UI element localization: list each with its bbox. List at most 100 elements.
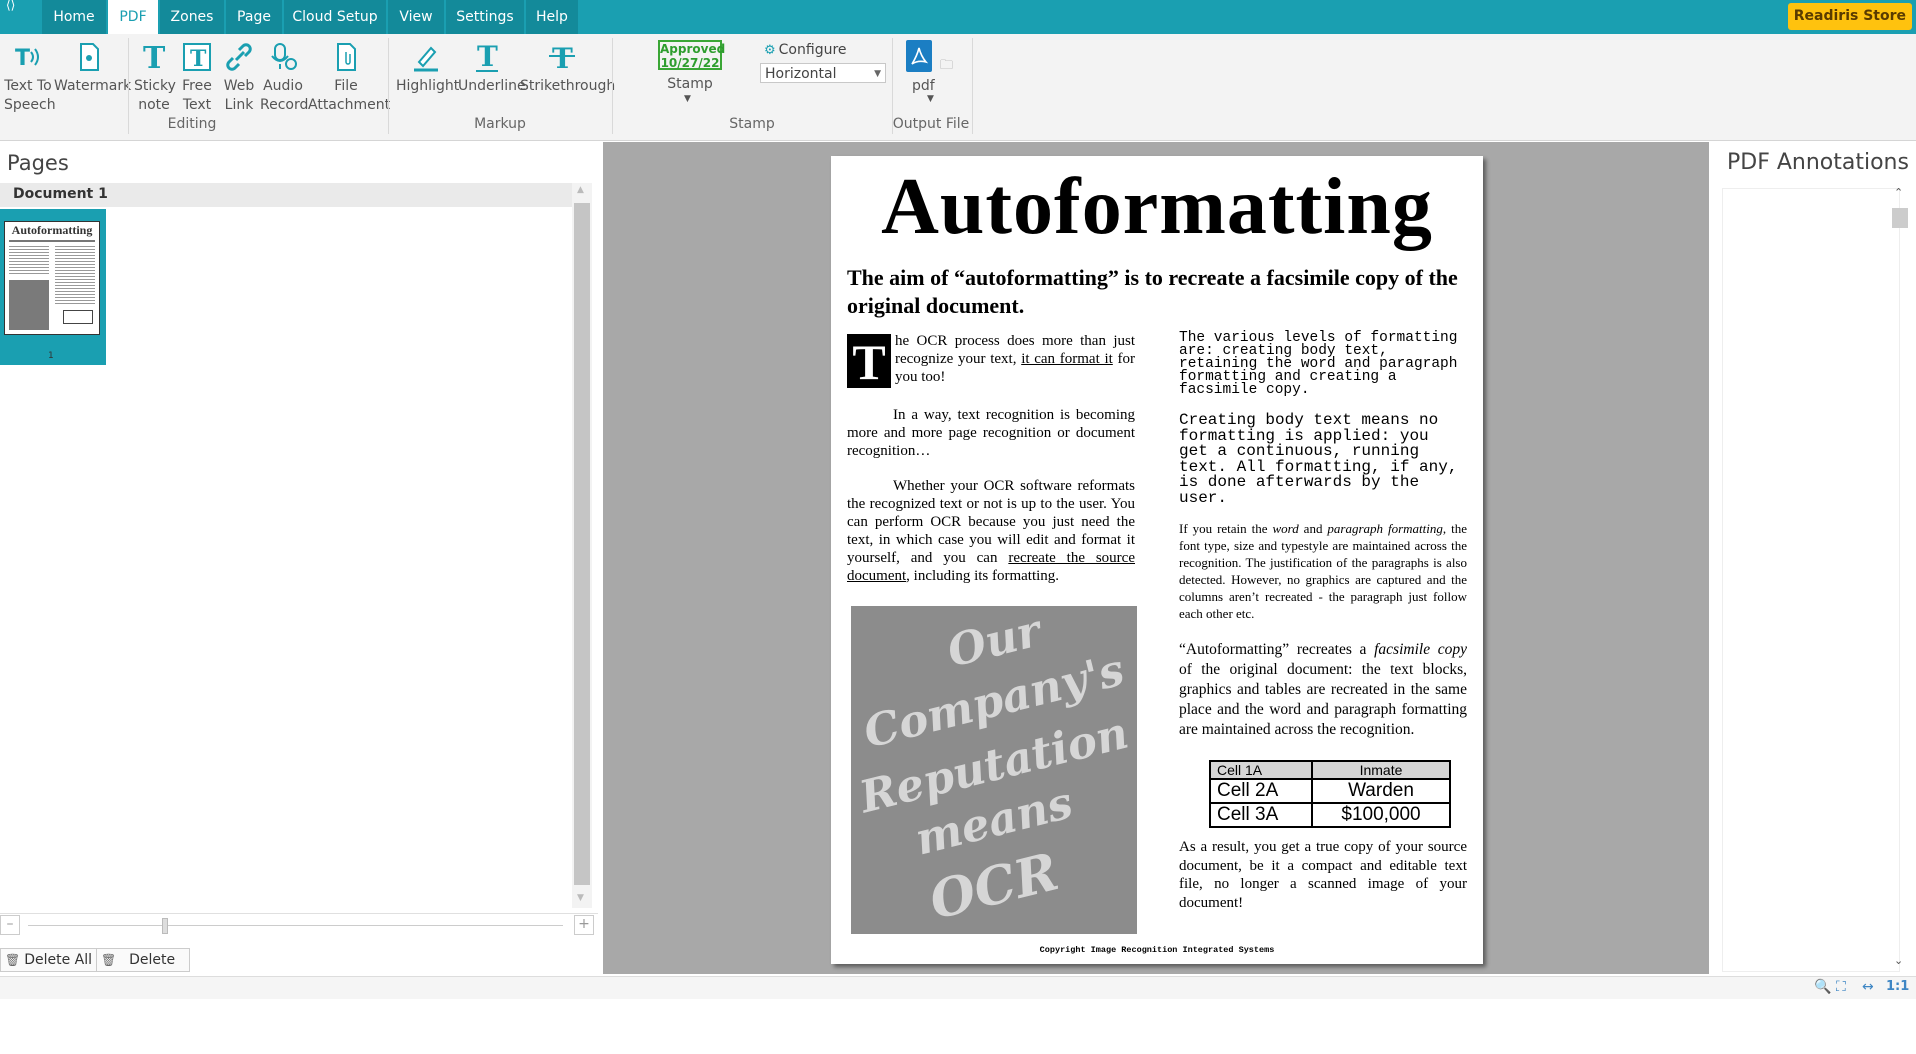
underline-label: Underline	[458, 78, 526, 94]
table-cell: Cell 2A	[1209, 778, 1313, 804]
right-p3-b: and	[1298, 521, 1328, 536]
table-cell: Cell 3A	[1209, 802, 1313, 828]
strikethrough-button[interactable]: T Strikethrough	[520, 40, 615, 96]
svg-text:T: T	[15, 46, 30, 71]
file-attachment-button[interactable]: File Attachment	[308, 40, 390, 115]
annotations-list[interactable]	[1722, 188, 1900, 972]
audio-record-label-1: Audio	[263, 78, 303, 94]
zoom-track[interactable]	[28, 925, 563, 926]
fit-page-icon[interactable]: ⛶	[1836, 979, 1846, 995]
annotations-scrollbar[interactable]: ⌃ ⌄	[1890, 186, 1910, 970]
pages-scrollbar[interactable]: ▲ ▼	[572, 183, 592, 908]
zoom-in-icon[interactable]: +	[574, 915, 594, 935]
text-to-speech-button[interactable]: T Text To Speech	[4, 40, 56, 115]
readiris-store-button[interactable]: Readiris Store	[1787, 3, 1912, 30]
zoom-slider-handle[interactable]	[162, 918, 168, 934]
pdf-annotations-panel: PDF Annotations	[1710, 142, 1916, 974]
right-paragraph-4: “Autoformatting” recreates a facsimile c…	[1179, 640, 1467, 740]
right-p3-c: , the font type, size and typestyle are …	[1179, 521, 1467, 621]
delete-button[interactable]: 🗑 Delete	[96, 948, 190, 972]
file-attachment-label-2: Attachment	[308, 97, 391, 113]
tab-zones[interactable]: Zones	[160, 0, 224, 34]
drop-cap: T	[847, 334, 891, 388]
right-paragraph-5: As a result, you get a true copy of your…	[1179, 839, 1467, 911]
audio-record-button[interactable]: Audio Record	[260, 40, 308, 115]
folder-icon[interactable]: 🗀	[940, 56, 953, 78]
stamp-button-label[interactable]: Stamp	[660, 76, 720, 92]
gear-icon: ⚙	[764, 43, 776, 58]
acrobat-icon	[911, 47, 929, 65]
scroll-down-icon[interactable]: ⌄	[1894, 954, 1903, 967]
scrollbar-thumb[interactable]	[574, 203, 590, 885]
link-icon	[226, 43, 252, 71]
chevron-down-icon[interactable]: ▼	[684, 94, 691, 104]
zoom-ratio[interactable]: 1:1	[1886, 979, 1909, 994]
table-cell: Inmate	[1311, 760, 1451, 780]
chevron-down-icon[interactable]: ▼	[927, 94, 934, 104]
highlight-label: Highlight	[396, 78, 460, 94]
right-p3-a: If you retain the	[1179, 521, 1273, 536]
scroll-up-icon[interactable]: ▲	[577, 185, 584, 195]
left-paragraph-2: In a way, text recognition is becoming m…	[847, 407, 1135, 459]
svg-text:T: T	[477, 40, 498, 73]
strikethrough-label: Strikethrough	[520, 78, 616, 94]
thumbnail-page-number: 1	[48, 351, 54, 361]
zoom-out-icon[interactable]: –	[0, 915, 20, 935]
pdf-file-icon[interactable]	[906, 40, 932, 72]
sticky-note-label-2: note	[138, 97, 170, 113]
web-link-button[interactable]: Web Link	[220, 40, 258, 115]
watermark-button[interactable]: Watermark	[54, 40, 131, 96]
tab-view[interactable]: View	[388, 0, 444, 34]
tab-help[interactable]: Help	[526, 0, 578, 34]
right-paragraph-2: Creating body text means no formatting i…	[1179, 411, 1458, 507]
output-file-group-label: Output File	[892, 116, 970, 132]
delete-all-button[interactable]: 🗑 Delete All	[0, 948, 100, 972]
watermark-icon	[80, 43, 99, 71]
ribbon-separator	[128, 38, 129, 134]
fit-width-icon[interactable]: ↔	[1862, 979, 1874, 995]
left-paragraph-1: The OCR process does more than just reco…	[847, 332, 1135, 388]
stamp-orientation-value: Horizontal	[765, 66, 837, 82]
free-text-button[interactable]: T Free Text	[178, 40, 216, 115]
underline-button[interactable]: T Underline	[458, 40, 526, 96]
document-header[interactable]: Document 1	[0, 183, 572, 207]
tab-page[interactable]: Page	[226, 0, 282, 34]
audio-record-icon	[271, 43, 297, 70]
svg-text:T: T	[190, 46, 207, 72]
stamp-orientation-select[interactable]: Horizontal ▼	[760, 63, 886, 83]
document-page[interactable]: Autoformatting The aim of “autoformattin…	[831, 156, 1483, 964]
scrollbar-thumb[interactable]	[1892, 208, 1908, 228]
stamp-approved-badge[interactable]: Approved 10/27/22	[658, 40, 726, 70]
configure-label: Configure	[778, 42, 847, 58]
scroll-down-icon[interactable]: ▼	[577, 893, 584, 903]
status-bar: 🔍 ⛶ ↔ 1:1	[0, 976, 1916, 999]
text-to-speech-icon: T	[15, 46, 39, 71]
document-name: Document 1	[13, 186, 108, 202]
scroll-up-icon[interactable]: ⌃	[1894, 186, 1903, 199]
ribbon-separator	[612, 38, 613, 134]
sticky-note-icon: T	[143, 41, 166, 74]
annotations-panel-title: PDF Annotations	[1727, 150, 1909, 175]
tab-home[interactable]: Home	[42, 0, 106, 34]
tab-settings[interactable]: Settings	[446, 0, 524, 34]
highlight-button[interactable]: Highlight	[396, 40, 460, 96]
menu-bar: ⟨⟩ Home PDF Zones Page Cloud Setup View …	[0, 0, 1916, 34]
page-thumbnail-selected[interactable]: Autoformatting 1	[0, 209, 106, 365]
web-link-label-2: Link	[224, 97, 254, 113]
stamp-badge-line2: 10/27/22	[660, 56, 720, 70]
stamp-badge-line1: Approved	[660, 42, 726, 56]
document-table: Cell 1A Inmate Cell 2A Warden Cell 3A $100,…	[1209, 760, 1451, 828]
delete-label: Delete	[129, 952, 176, 968]
delete-all-label: Delete All	[24, 952, 93, 968]
search-icon[interactable]: 🔍	[1814, 979, 1831, 995]
stamp-group-label: Stamp	[729, 116, 775, 132]
editing-group-label: Editing	[167, 116, 217, 132]
output-format-label[interactable]: pdf	[912, 78, 935, 94]
table-row: Cell 2A Warden	[1209, 778, 1451, 804]
app-logo-icon[interactable]: ⟨⟩	[6, 0, 36, 12]
document-viewer[interactable]: Autoformatting The aim of “autoformattin…	[603, 142, 1709, 974]
tab-pdf[interactable]: PDF	[108, 0, 158, 34]
sticky-note-button[interactable]: T Sticky note	[134, 40, 176, 115]
configure-button[interactable]: ⚙ Configure	[764, 42, 847, 58]
tab-cloud-setup[interactable]: Cloud Setup	[284, 0, 386, 34]
